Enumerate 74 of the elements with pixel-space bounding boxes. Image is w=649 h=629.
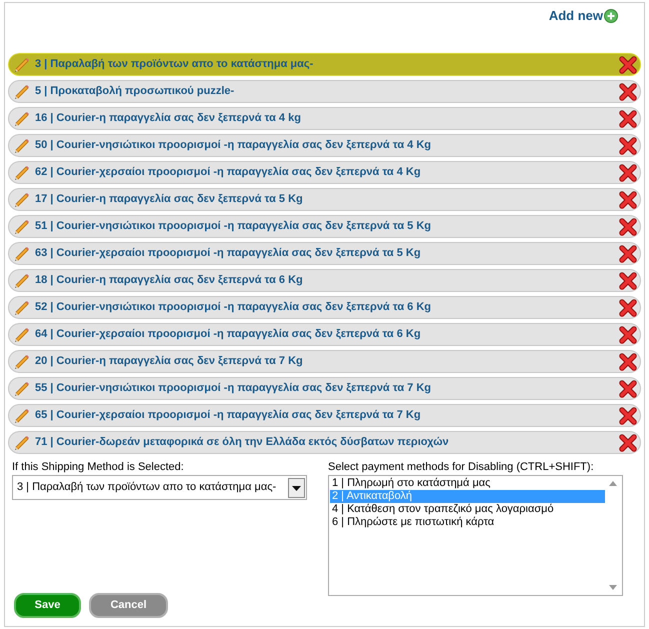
shipping-method-label: 20 | Courier-η παραγγελία σας δεν ξεπερνά τα 7 Kg <box>35 354 304 370</box>
pencil-icon[interactable] <box>13 110 31 128</box>
shipping-method-label: 63 | Courier-χερσαίοι προορισμοί -η παραγγελία σας δεν ξεπερνά τα 5 Kg <box>35 246 422 262</box>
pencil-icon[interactable] <box>13 380 31 398</box>
save-button[interactable]: Save <box>14 593 81 618</box>
payment-option[interactable]: 2 | Αντικαταβολή <box>330 490 605 503</box>
delete-icon[interactable] <box>619 272 637 290</box>
delete-icon[interactable] <box>619 110 637 128</box>
pencil-icon[interactable] <box>13 218 31 236</box>
delete-icon[interactable] <box>619 326 637 344</box>
shipping-method-row[interactable]: 5 | Προκαταβολή προσωπικού puzzle- <box>8 80 641 103</box>
shipping-method-row[interactable]: 71 | Courier-δωρεάν μεταφορικά σε όλη την Ελλάδα εκτός δύσβατων περιοχών <box>8 431 641 454</box>
shipping-method-row[interactable]: 50 | Courier-νησιώτικοι προορισμοί -η παραγγελία σας δεν ξεπερνά τα 4 Kg <box>8 134 641 157</box>
shipping-method-label: 71 | Courier-δωρεάν μεταφορικά σε όλη την Ελλάδα εκτός δύσβατων περιοχών <box>35 435 450 450</box>
shipping-method-row[interactable]: 65 | Courier-χερσαίοι προορισμοί -η παραγγελία σας δεν ξεπερνά τα 7 Kg <box>8 404 641 427</box>
shipping-method-label: 55 | Courier-νησιώτικοι προορισμοί -η παραγγελία σας δεν ξεπερνά τα 7 Kg <box>35 381 432 396</box>
scroll-up-icon[interactable] <box>609 481 617 486</box>
shipping-method-select[interactable]: 3 | Παραλαβή των προϊόντων απο το κατάστημα μας- <box>12 475 307 500</box>
cancel-button[interactable]: Cancel <box>89 593 168 618</box>
shipping-method-label: 18 | Courier-η παραγγελία σας δεν ξεπερνά τα 6 Kg <box>35 273 304 288</box>
pencil-icon[interactable] <box>13 82 31 100</box>
pencil-icon[interactable] <box>13 244 31 262</box>
delete-icon[interactable] <box>619 298 637 316</box>
delete-icon[interactable] <box>619 218 637 236</box>
pencil-icon[interactable] <box>13 434 31 452</box>
pencil-icon[interactable] <box>13 352 31 370</box>
shipping-method-row[interactable]: 18 | Courier-η παραγγελία σας δεν ξεπερνά τα 6 Kg <box>8 269 641 292</box>
shipping-method-row[interactable]: 16 | Courier-η παραγγελία σας δεν ξεπερνά τα 4 kg <box>8 107 641 130</box>
shipping-method-row[interactable]: 20 | Courier-η παραγγελία σας δεν ξεπερνά τα 7 Kg <box>8 350 641 373</box>
delete-icon[interactable] <box>619 406 637 424</box>
shipping-method-label: 62 | Courier-χερσαίοι προορισμοί -η παραγγελία σας δεν ξεπερνά τα 4 Kg <box>35 165 422 180</box>
shipping-method-label: 50 | Courier-νησιώτικοι προορισμοί -η παραγγελία σας δεν ξεπερνά τα 4 Kg <box>35 138 432 154</box>
delete-icon[interactable] <box>619 136 637 154</box>
delete-icon[interactable] <box>619 434 637 452</box>
delete-icon[interactable] <box>619 56 637 74</box>
shipping-method-label: 16 | Courier-η παραγγελία σας δεν ξεπερνά τα 4 kg <box>35 111 302 126</box>
field-label: Select payment methods for Disabling (CTRL+SHIFT): <box>328 461 595 473</box>
shipping-method-label: 17 | Courier-η παραγγελία σας δεν ξεπερνά τα 5 Kg <box>35 192 304 208</box>
shipping-method-row[interactable]: 51 | Courier-νησιώτικοι προορισμοί -η παραγγελία σας δεν ξεπερνά τα 5 Kg <box>8 215 641 238</box>
shipping-method-label: 52 | Courier-νησιώτικοι προορισμοί -η παραγγελία σας δεν ξεπερνά τα 6 Kg <box>35 300 432 316</box>
shipping-method-row[interactable]: 63 | Courier-χερσαίοι προορισμοί -η παραγγελία σας δεν ξεπερνά τα 5 Kg <box>8 242 641 265</box>
shipping-method-row[interactable]: 3 | Παραλαβή των προϊόντων απο το κατάστημα μας- <box>8 53 641 76</box>
shipping-method-label: 65 | Courier-χερσαίοι προορισμοί -η παραγγελία σας δεν ξεπερνά τα 7 Kg <box>35 408 422 424</box>
shipping-method-row[interactable]: 55 | Courier-νησιώτικοι προορισμοί -η παραγγελία σας δεν ξεπερνά τα 7 Kg <box>8 377 641 400</box>
shipping-method-label: 51 | Courier-νησιώτικοι προορισμοί -η παραγγελία σας δεν ξεπερνά τα 5 Kg <box>35 219 432 234</box>
delete-icon[interactable] <box>619 190 637 208</box>
delete-icon[interactable] <box>619 352 637 370</box>
shipping-method-row[interactable]: 64 | Courier-χερσαίοι προορισμοί -η παραγγελία σας δεν ξεπερνά τα 6 Kg <box>8 323 641 346</box>
shipping-method-row[interactable]: 17 | Courier-η παραγγελία σας δεν ξεπερνά τα 5 Kg <box>8 188 641 211</box>
pencil-icon[interactable] <box>13 190 31 208</box>
pencil-icon[interactable] <box>13 406 31 424</box>
pencil-icon[interactable] <box>13 136 31 154</box>
shipping-method-row[interactable]: 62 | Courier-χερσαίοι προορισμοί -η παραγγελία σας δεν ξεπερνά τα 4 Kg <box>8 161 641 184</box>
field-label: If this Shipping Method is Selected: <box>12 461 185 473</box>
pencil-icon[interactable] <box>13 56 31 74</box>
pencil-icon[interactable] <box>13 272 31 290</box>
pencil-icon[interactable] <box>13 326 31 344</box>
add-icon <box>604 9 618 23</box>
payment-option[interactable]: 6 | Πληρώστε με πιστωτική κάρτα <box>330 516 605 529</box>
delete-icon[interactable] <box>619 164 637 182</box>
pencil-icon[interactable] <box>13 164 31 182</box>
scroll-down-icon[interactable] <box>609 585 617 590</box>
delete-icon[interactable] <box>619 82 637 100</box>
shipping-method-label: 64 | Courier-χερσαίοι προορισμοί -η παραγγελία σας δεν ξεπερνά τα 6 Kg <box>35 327 422 342</box>
delete-icon[interactable] <box>619 244 637 262</box>
shipping-method-label: 3 | Παραλαβή των προϊόντων απο το κατάστημα μας- <box>35 57 314 72</box>
payment-option[interactable]: 1 | Πληρωμή στο κατάστημά μας <box>330 477 605 490</box>
add-new-link[interactable]: Add new <box>548 8 618 24</box>
payment-methods-listbox[interactable]: 1 | Πληρωμή στο κατάστημά μας 2 | Αντικαταβολή 4 | Κατάθεση στον τραπεζικό μας λογαριασμό 6 | Πληρώστε με πιστωτική κάρτα <box>328 475 623 596</box>
pencil-icon[interactable] <box>13 298 31 316</box>
shipping-method-label: 5 | Προκαταβολή προσωπικού puzzle- <box>35 84 236 100</box>
delete-icon[interactable] <box>619 380 637 398</box>
shipping-method-row[interactable]: 52 | Courier-νησιώτικοι προορισμοί -η παραγγελία σας δεν ξεπερνά τα 6 Kg <box>8 296 641 319</box>
payment-option[interactable]: 4 | Κατάθεση στον τραπεζικό μας λογαριασμό <box>330 503 605 516</box>
